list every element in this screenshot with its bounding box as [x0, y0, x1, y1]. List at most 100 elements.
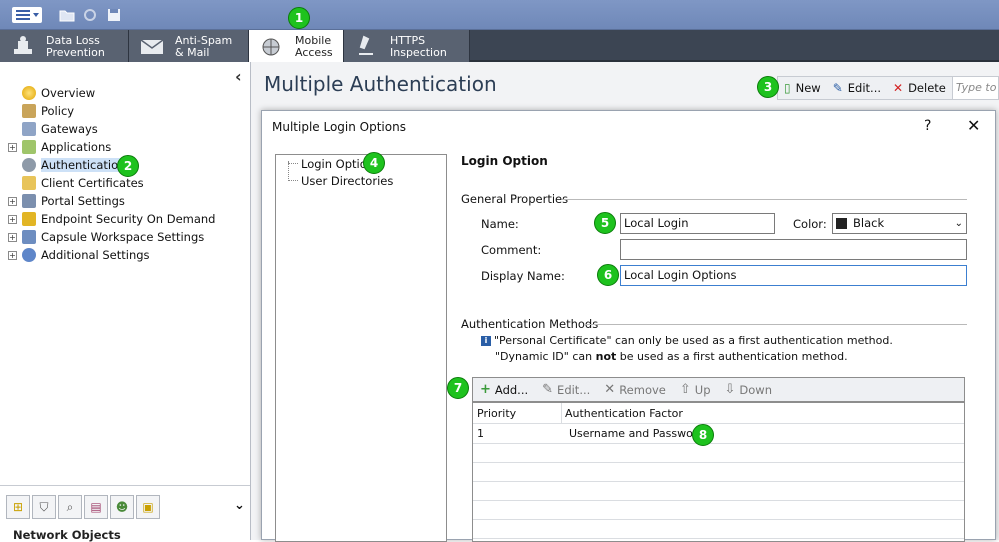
tree-item-client-certificates[interactable]: Client Certificates [8, 174, 144, 192]
tree-item-authentication[interactable]: Authentication [8, 156, 126, 174]
close-icon: ✕ [604, 382, 616, 397]
add-button[interactable]: + Add... [473, 382, 535, 397]
tab-data-loss-prevention[interactable]: Data Loss Prevention [0, 30, 129, 62]
section-heading: Login Option [461, 154, 548, 168]
wrench-icon [22, 194, 36, 208]
tree-line [288, 180, 298, 181]
tab-anti-spam-mail[interactable]: Anti-Spam & Mail [129, 30, 249, 62]
tab-mobile-access[interactable]: Mobile Access [249, 30, 344, 62]
table-row [473, 520, 964, 539]
column-header-priority[interactable]: Priority [477, 407, 516, 420]
tree-item-policy[interactable]: Policy [8, 102, 74, 120]
callout-badge: 6 [597, 264, 619, 286]
info-icon: i [481, 336, 491, 346]
callout-badge: 1 [288, 7, 310, 29]
column-divider [561, 403, 562, 424]
tree-line [288, 163, 298, 164]
main-toolbar: ▯ New ✎ Edit... ✕ Delete Type to [777, 76, 999, 100]
table-row [473, 482, 964, 501]
remove-button[interactable]: ✕ Remove [597, 382, 673, 397]
name-label: Name: [481, 217, 519, 231]
gear-icon [22, 248, 36, 262]
expand-icon[interactable]: + [8, 142, 17, 152]
policy-book-icon [22, 104, 36, 118]
name-input[interactable]: Local Login [620, 213, 775, 234]
table-row [473, 444, 964, 463]
comment-label: Comment: [481, 243, 542, 257]
object-category-bar: ⊞ ⛉ ⌕ ▤ ☻ ▣ [6, 495, 166, 521]
tree-item-portal-settings[interactable]: + Portal Settings [8, 192, 125, 210]
color-select[interactable]: Black ⌄ [832, 213, 967, 234]
edit-method-button[interactable]: ✎ Edit... [535, 382, 597, 397]
expand-icon[interactable]: + [8, 232, 17, 242]
title-bar [0, 0, 999, 30]
tree-item-capsule-workspace[interactable]: + Capsule Workspace Settings [8, 228, 204, 246]
expand-icon[interactable]: + [8, 250, 17, 260]
tree-item-endpoint-security[interactable]: + Endpoint Security On Demand [8, 210, 215, 228]
up-button[interactable]: ⇧ Up [673, 382, 718, 397]
blade-tab-bar: Data Loss Prevention Anti-Spam & Mail Mobi… [0, 30, 999, 62]
dialog-title: Multiple Login Options [272, 120, 406, 134]
menu-icon[interactable] [12, 7, 42, 23]
network-icon[interactable]: ⊞ [6, 495, 30, 519]
tab-https-inspection[interactable]: HTTPS Inspection [344, 30, 470, 62]
callout-badge: 8 [692, 424, 714, 446]
edit-button[interactable]: ✎ Edit... [827, 77, 887, 99]
info-line-2: "Dynamic ID" can not be used as a first … [495, 350, 848, 363]
color-swatch [836, 218, 847, 229]
close-button[interactable]: ✕ [967, 116, 980, 135]
folder-icon[interactable] [59, 8, 75, 22]
column-header-factor[interactable]: Authentication Factor [565, 407, 683, 420]
display-name-label: Display Name: [481, 269, 565, 283]
certificate-icon [22, 176, 36, 190]
expand-icon[interactable]: + [8, 214, 17, 224]
refresh-icon[interactable] [83, 8, 97, 22]
new-icon: ▯ [784, 81, 791, 95]
save-icon[interactable] [107, 8, 121, 22]
chevron-down-icon[interactable]: ⌄ [234, 498, 245, 513]
users-icon [22, 158, 36, 172]
factor-cell: Username and Password [569, 427, 705, 440]
pencil-icon: ✎ [542, 382, 554, 397]
dlp-icon [14, 36, 32, 54]
divider [562, 199, 967, 200]
lock-objects-icon[interactable]: ▣ [136, 495, 160, 519]
authentication-methods-label: Authentication Methods [461, 317, 599, 331]
down-button[interactable]: ⇩ Down [718, 382, 780, 397]
delete-button[interactable]: ✕ Delete [887, 77, 952, 99]
help-button[interactable]: ? [924, 118, 931, 134]
user-icon[interactable]: ☻ [110, 495, 134, 519]
table-row [473, 463, 964, 482]
tree-item-user-directories[interactable]: User Directories [301, 174, 393, 188]
pencil-icon: ✎ [832, 81, 843, 95]
servers-icon[interactable]: ▤ [84, 495, 108, 519]
applications-icon [22, 140, 36, 154]
divider [0, 485, 250, 486]
mobile-access-icon [262, 38, 280, 56]
collapse-panel-icon[interactable]: ‹ [235, 67, 242, 86]
navigation-tree-panel: ‹ Overview Policy Gateways + Applications… [0, 62, 251, 542]
comment-input[interactable] [620, 239, 967, 260]
tree-item-gateways[interactable]: Gateways [8, 120, 98, 138]
tree-item-additional-settings[interactable]: + Additional Settings [8, 246, 150, 264]
arrow-up-icon: ⇧ [679, 382, 691, 397]
divider [584, 324, 967, 325]
table-header: Priority Authentication Factor [473, 403, 964, 424]
callout-badge: 2 [117, 155, 139, 177]
services-icon[interactable]: ⛉ [32, 495, 56, 519]
expand-icon[interactable]: + [8, 196, 17, 206]
table-row[interactable]: 1 Username and Password [473, 424, 964, 444]
new-button[interactable]: ▯ New [778, 77, 827, 99]
callout-badge: 4 [363, 152, 385, 174]
search-input[interactable]: Type to [951, 77, 998, 99]
table-row [473, 501, 964, 520]
tree-item-overview[interactable]: Overview [8, 84, 95, 102]
lock-icon [22, 212, 36, 226]
mail-icon [140, 39, 164, 54]
chevron-down-icon: ⌄ [954, 218, 963, 229]
search-objects-icon[interactable]: ⌕ [58, 495, 82, 519]
tree-line [288, 161, 289, 181]
tree-item-applications[interactable]: + Applications [8, 138, 111, 156]
display-name-input[interactable]: Local Login Options [620, 265, 967, 286]
general-properties-label: General Properties [461, 192, 569, 206]
